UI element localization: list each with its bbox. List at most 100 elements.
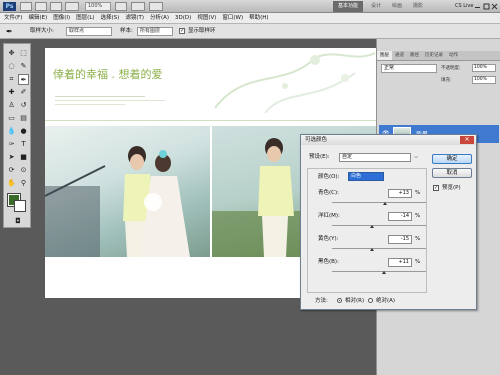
menu-3d[interactable]: 3D(D): [175, 13, 191, 23]
panel-tabs: 图层 通道 路径 历史记录 动作: [377, 51, 500, 61]
fill-label: 填充:: [441, 78, 452, 83]
hand-tool-button[interactable]: [65, 2, 79, 11]
color-adjust-group: 颜色(O): 白色 青色(C): +13 % 洋红(M): -14 % 黄色(Y…: [307, 168, 427, 293]
yellow-slider-thumb[interactable]: [369, 248, 374, 251]
photoshop-logo: Ps: [3, 2, 16, 11]
quick-mask-icon[interactable]: ◘: [11, 216, 25, 227]
method-label: 方法:: [315, 298, 328, 304]
rotate-view-button[interactable]: [115, 2, 127, 11]
magenta-slider-track[interactable]: [332, 225, 426, 226]
gradient-tool-icon[interactable]: ▤: [18, 113, 29, 124]
couple-illustration-left: [45, 146, 190, 257]
absolute-radio[interactable]: [368, 298, 373, 303]
cs-live-button[interactable]: CS Live: [455, 1, 473, 12]
menu-image[interactable]: 图像(I): [53, 13, 70, 23]
black-label: 黑色(B):: [318, 259, 339, 265]
sample-select[interactable]: 所有图层: [137, 27, 173, 36]
show-ring-label: 显示取样环: [188, 28, 216, 34]
history-brush-tool-icon[interactable]: ↺: [18, 100, 29, 111]
yellow-unit: %: [415, 236, 421, 242]
workspace-photography[interactable]: 摄影: [413, 1, 423, 12]
sample-size-label: 取样大小:: [30, 28, 54, 34]
brush-tool-icon[interactable]: ✐: [18, 87, 29, 98]
marquee-tool-icon[interactable]: ⬚: [18, 48, 29, 59]
path-select-tool-icon[interactable]: ➤: [6, 152, 17, 163]
show-ring-checkbox[interactable]: ✓: [179, 28, 185, 34]
tab-actions[interactable]: 动作: [446, 51, 461, 60]
shape-tool-icon[interactable]: ■: [18, 152, 29, 163]
tab-channels[interactable]: 通道: [392, 51, 407, 60]
healing-brush-tool-icon[interactable]: ✚: [6, 87, 17, 98]
close-icon[interactable]: ✕: [460, 136, 474, 144]
tab-history[interactable]: 历史记录: [422, 51, 446, 60]
3d-rotate-tool-icon[interactable]: ⟳: [6, 165, 17, 176]
window-controls[interactable]: [474, 2, 498, 11]
arrange-documents-button[interactable]: [131, 2, 145, 11]
app-bar: Ps 100% 基本功能 设计 绘画 摄影 CS Live: [0, 0, 500, 13]
menu-analysis[interactable]: 分析(A): [150, 13, 169, 23]
color-select[interactable]: 白色: [348, 172, 384, 181]
zoom-tool-icon[interactable]: ⚲: [18, 178, 29, 189]
zoom-level-select[interactable]: 100%: [85, 2, 111, 11]
menu-file[interactable]: 文件(F): [4, 13, 22, 23]
bridge-button[interactable]: [20, 2, 32, 11]
tab-paths[interactable]: 路径: [407, 51, 422, 60]
menu-view[interactable]: 视图(V): [197, 13, 216, 23]
clone-stamp-tool-icon[interactable]: ♙: [6, 100, 17, 111]
screen-mode-button[interactable]: [149, 2, 163, 11]
workspace-essentials[interactable]: 基本功能: [333, 1, 363, 12]
hand-tool-icon[interactable]: ✋: [6, 178, 17, 189]
black-value-field[interactable]: +11: [388, 258, 412, 267]
eyedropper-icon[interactable]: ✒: [6, 24, 13, 39]
magenta-value-field[interactable]: -14: [388, 212, 412, 221]
cancel-button[interactable]: 取消: [432, 168, 472, 178]
tab-layers[interactable]: 图层: [377, 51, 392, 60]
preset-options-icon[interactable]: ⌵: [414, 153, 418, 161]
menu-help[interactable]: 帮助(H): [249, 13, 268, 23]
menu-select[interactable]: 选择(S): [101, 13, 120, 23]
quick-select-tool-icon[interactable]: ✎: [18, 61, 29, 72]
yellow-value-field[interactable]: -15: [388, 235, 412, 244]
relative-radio[interactable]: [337, 298, 342, 303]
eraser-tool-icon[interactable]: ▭: [6, 113, 17, 124]
workspace-design[interactable]: 设计: [371, 1, 381, 12]
menu-filter[interactable]: 滤镜(T): [125, 13, 144, 23]
minibridge-button[interactable]: [35, 2, 47, 11]
fill-field[interactable]: 100%: [472, 76, 496, 84]
dialog-titlebar[interactable]: 可选颜色 ✕: [301, 135, 476, 145]
blend-mode-select[interactable]: 正常: [381, 64, 437, 73]
lasso-tool-icon[interactable]: ◌: [6, 61, 17, 72]
preset-label: 预设(E):: [309, 154, 330, 160]
black-slider-track[interactable]: [332, 271, 426, 272]
blur-tool-icon[interactable]: 💧: [6, 126, 17, 137]
3d-camera-tool-icon[interactable]: ⊙: [18, 165, 29, 176]
type-tool-icon[interactable]: T: [18, 139, 29, 150]
cyan-slider-thumb[interactable]: [383, 202, 388, 205]
view-extras-button[interactable]: [50, 2, 62, 11]
cyan-value-field[interactable]: +13: [388, 189, 412, 198]
menu-layer[interactable]: 图层(L): [76, 13, 94, 23]
window-controls-icon[interactable]: [474, 2, 498, 11]
opacity-field[interactable]: 100%: [472, 64, 496, 72]
preview-checkbox[interactable]: ✓: [433, 185, 439, 191]
preset-select[interactable]: 自定: [339, 153, 411, 162]
crop-tool-icon[interactable]: ⌗: [6, 74, 17, 85]
sample-size-select[interactable]: 取样点: [66, 27, 112, 36]
dialog-title: 可选颜色: [305, 137, 328, 143]
move-tool-icon[interactable]: ✥: [6, 48, 17, 59]
magenta-slider-thumb[interactable]: [370, 225, 375, 228]
eyedropper-tool-icon[interactable]: ✒: [18, 74, 29, 85]
cyan-slider-track[interactable]: [332, 202, 426, 203]
yellow-slider-track[interactable]: [332, 248, 426, 249]
background-color-swatch[interactable]: [14, 200, 26, 212]
menu-edit[interactable]: 编辑(E): [28, 13, 47, 23]
dodge-tool-icon[interactable]: ●: [18, 126, 29, 137]
pen-tool-icon[interactable]: ✑: [6, 139, 17, 150]
canvas-title: 倖着的幸福 . 想着的爱: [53, 68, 163, 81]
black-slider-thumb[interactable]: [382, 271, 387, 274]
menu-window[interactable]: 窗口(W): [222, 13, 243, 23]
ok-button[interactable]: 确定: [432, 154, 472, 164]
workspace-painting[interactable]: 绘画: [392, 1, 402, 12]
menu-bar: 文件(F) 编辑(E) 图像(I) 图层(L) 选择(S) 滤镜(T) 分析(A…: [0, 13, 500, 24]
opacity-label: 不透明度:: [441, 66, 461, 71]
